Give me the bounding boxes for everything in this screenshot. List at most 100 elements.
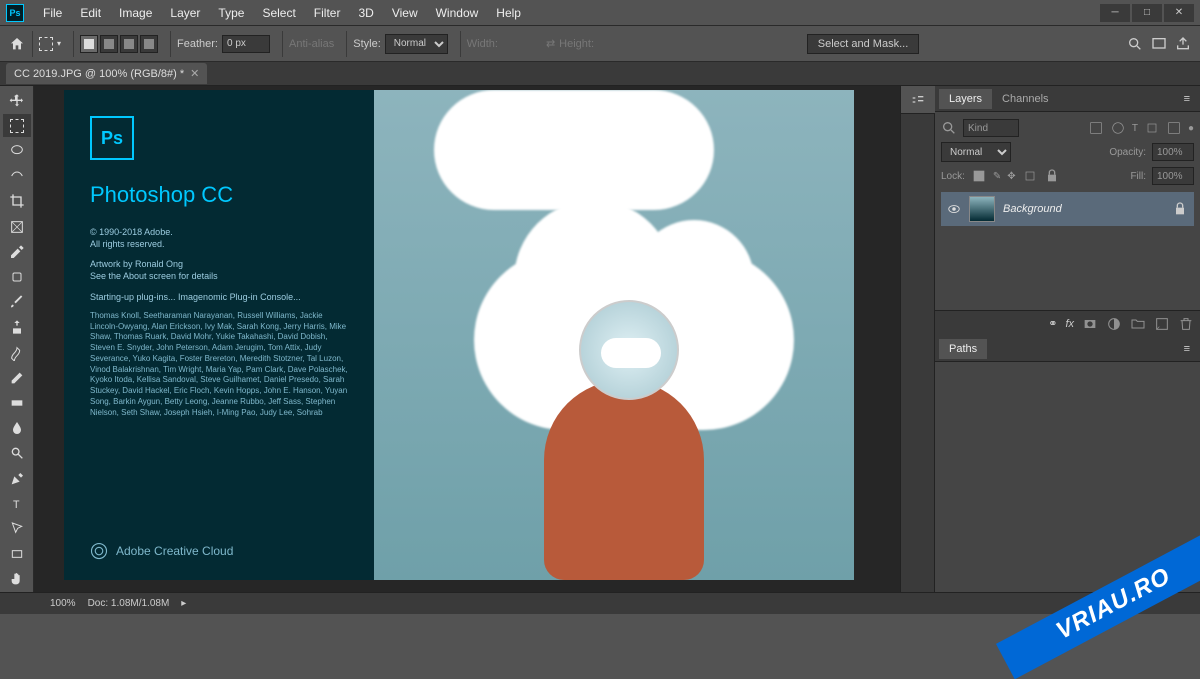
lock-all-icon[interactable]: [1044, 168, 1060, 184]
adjustment-icon[interactable]: [1106, 316, 1122, 332]
filter-pixel-icon[interactable]: [1088, 120, 1104, 136]
menu-file[interactable]: File: [34, 6, 71, 20]
selection-intersect-icon[interactable]: [140, 35, 158, 53]
doc-info-chevron-icon[interactable]: ▸: [181, 598, 186, 609]
swap-icon: ⇄: [546, 37, 555, 50]
lock-pixels-icon[interactable]: [971, 168, 987, 184]
crop-tool[interactable]: [3, 190, 31, 213]
panel-menu-icon[interactable]: ≡: [1178, 343, 1196, 355]
selection-new-icon[interactable]: [80, 35, 98, 53]
home-icon[interactable]: [8, 35, 26, 53]
filter-smart-icon[interactable]: [1166, 120, 1182, 136]
doc-info[interactable]: Doc: 1.08M/1.08M: [88, 598, 170, 609]
document-tab-bar: CC 2019.JPG @ 100% (RGB/8#) * ✕: [0, 62, 1200, 86]
menu-select[interactable]: Select: [253, 6, 304, 20]
layer-name[interactable]: Background: [1003, 203, 1062, 215]
link-icon[interactable]: ⚭: [1048, 317, 1057, 330]
panel-menu-icon[interactable]: ≡: [1178, 93, 1196, 105]
rectangle-tool[interactable]: [3, 543, 31, 566]
blur-tool[interactable]: [3, 417, 31, 440]
close-button[interactable]: ✕: [1164, 4, 1194, 22]
style-select[interactable]: Normal: [385, 34, 448, 54]
trash-icon[interactable]: [1178, 316, 1194, 332]
loading-status: Starting-up plug-ins... Imagenomic Plug-…: [90, 291, 348, 303]
status-bar: 100% Doc: 1.08M/1.08M ▸: [0, 592, 1200, 614]
visibility-icon[interactable]: [947, 202, 961, 216]
height-label: Height:: [559, 38, 594, 50]
credits-text: Thomas Knoll, Seetharaman Narayanan, Rus…: [90, 311, 348, 419]
lock-brush-icon[interactable]: ✎: [993, 171, 1001, 182]
antialias-label: Anti-alias: [289, 38, 334, 50]
share-icon[interactable]: [1174, 35, 1192, 53]
search-icon[interactable]: [1126, 35, 1144, 53]
channels-tab[interactable]: Channels: [992, 89, 1058, 109]
marquee-tool[interactable]: [3, 114, 31, 137]
healing-tool[interactable]: [3, 265, 31, 288]
layers-tab[interactable]: Layers: [939, 89, 992, 109]
type-tool[interactable]: T: [3, 492, 31, 515]
select-and-mask-button[interactable]: Select and Mask...: [807, 34, 920, 54]
tool-preset-icon[interactable]: [39, 37, 53, 51]
layer-row-background[interactable]: Background: [941, 192, 1194, 226]
document-tab[interactable]: CC 2019.JPG @ 100% (RGB/8#) * ✕: [6, 63, 207, 84]
document-canvas[interactable]: Ps Photoshop CC © 1990-2018 Adobe.All ri…: [64, 90, 854, 580]
search-icon[interactable]: [941, 120, 957, 136]
lock-artboard-icon[interactable]: [1022, 168, 1038, 184]
copyright-text: © 1990-2018 Adobe.All rights reserved.: [90, 226, 348, 250]
move-tool[interactable]: [3, 89, 31, 112]
opacity-input[interactable]: [1152, 143, 1194, 161]
menu-edit[interactable]: Edit: [71, 6, 110, 20]
selection-add-icon[interactable]: [100, 35, 118, 53]
filter-shape-icon[interactable]: [1144, 120, 1160, 136]
menu-filter[interactable]: Filter: [305, 6, 350, 20]
history-brush-tool[interactable]: [3, 341, 31, 364]
quick-select-tool[interactable]: [3, 165, 31, 188]
blend-mode-select[interactable]: Normal: [941, 142, 1011, 162]
lasso-tool[interactable]: [3, 139, 31, 162]
menu-image[interactable]: Image: [110, 6, 161, 20]
splash-screen: Ps Photoshop CC © 1990-2018 Adobe.All ri…: [64, 90, 374, 580]
splash-logo: Ps: [90, 116, 134, 160]
eraser-tool[interactable]: [3, 366, 31, 389]
pen-tool[interactable]: [3, 467, 31, 490]
fx-icon[interactable]: fx: [1065, 318, 1074, 330]
menu-layer[interactable]: Layer: [161, 6, 209, 20]
tab-close-icon[interactable]: ✕: [190, 67, 199, 80]
svg-text:T: T: [13, 499, 20, 511]
options-bar: ▾ Feather: Anti-alias Style: Normal Widt…: [0, 26, 1200, 62]
selection-subtract-icon[interactable]: [120, 35, 138, 53]
clone-tool[interactable]: [3, 316, 31, 339]
group-icon[interactable]: [1130, 316, 1146, 332]
frame-tool[interactable]: [3, 215, 31, 238]
gradient-tool[interactable]: [3, 391, 31, 414]
menu-type[interactable]: Type: [209, 6, 253, 20]
adjustments-collapsed-icon[interactable]: [901, 86, 935, 114]
mask-icon[interactable]: [1082, 316, 1098, 332]
menu-help[interactable]: Help: [487, 6, 530, 20]
eyedropper-tool[interactable]: [3, 240, 31, 263]
path-select-tool[interactable]: [3, 517, 31, 540]
menu-view[interactable]: View: [383, 6, 427, 20]
workspace-icon[interactable]: [1150, 35, 1168, 53]
dodge-tool[interactable]: [3, 442, 31, 465]
hand-tool[interactable]: [3, 568, 31, 591]
feather-label: Feather:: [177, 38, 218, 50]
lock-position-icon[interactable]: ✥: [1007, 171, 1015, 182]
artwork-credit: Artwork by Ronald OngSee the About scree…: [90, 258, 348, 282]
brush-tool[interactable]: [3, 291, 31, 314]
layer-filter-input[interactable]: [963, 119, 1019, 137]
layer-thumbnail[interactable]: [969, 196, 995, 222]
menu-3d[interactable]: 3D: [349, 6, 382, 20]
layers-panel-header: Layers Channels ≡: [935, 86, 1200, 112]
paths-panel-header: Paths ≡: [935, 336, 1200, 362]
minimize-button[interactable]: ─: [1100, 4, 1130, 22]
feather-input[interactable]: [222, 35, 270, 53]
fill-input[interactable]: [1152, 167, 1194, 185]
filter-adjust-icon[interactable]: [1110, 120, 1126, 136]
width-label: Width:: [467, 38, 498, 50]
menu-window[interactable]: Window: [427, 6, 488, 20]
zoom-level[interactable]: 100%: [50, 598, 76, 609]
maximize-button[interactable]: □: [1132, 4, 1162, 22]
paths-tab[interactable]: Paths: [939, 339, 987, 359]
new-layer-icon[interactable]: [1154, 316, 1170, 332]
